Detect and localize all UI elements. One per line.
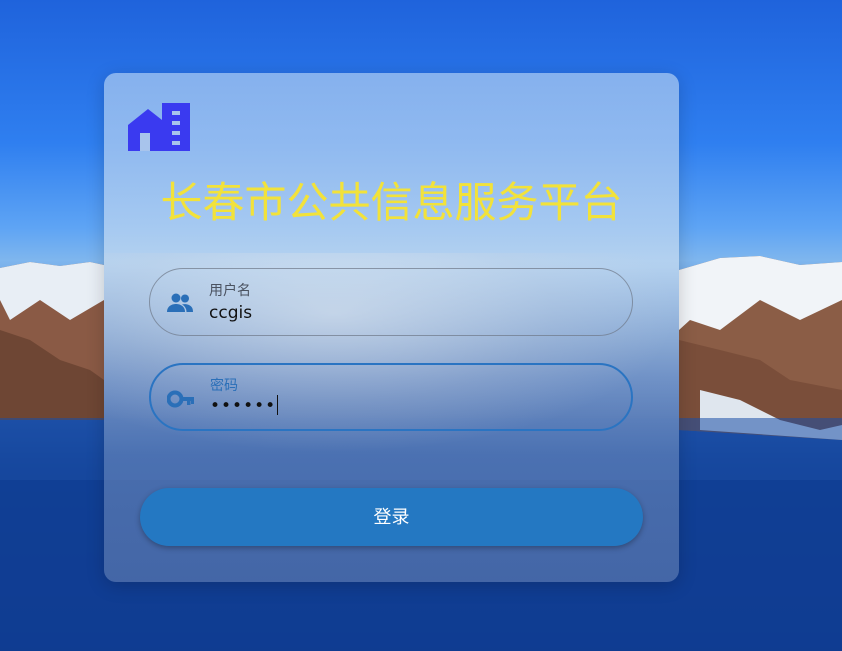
username-label: 用户名 [209, 283, 251, 299]
password-field[interactable]: 密码 •••••• [149, 363, 633, 431]
password-input[interactable]: •••••• [210, 395, 590, 416]
username-field[interactable]: 用户名 ccgis [149, 268, 633, 336]
building-logo-icon [128, 103, 190, 151]
username-input[interactable]: ccgis [209, 303, 589, 323]
users-icon [167, 293, 193, 312]
login-card: 长春市公共信息服务平台 用户名 ccgis 密码 •••••• 登录 [104, 73, 679, 582]
page-title: 长春市公共信息服务平台 [160, 178, 623, 227]
text-caret [277, 395, 279, 415]
login-button[interactable]: 登录 [140, 488, 643, 546]
password-label: 密码 [210, 378, 238, 394]
password-mask: •••••• [210, 396, 277, 416]
key-icon [167, 390, 194, 408]
